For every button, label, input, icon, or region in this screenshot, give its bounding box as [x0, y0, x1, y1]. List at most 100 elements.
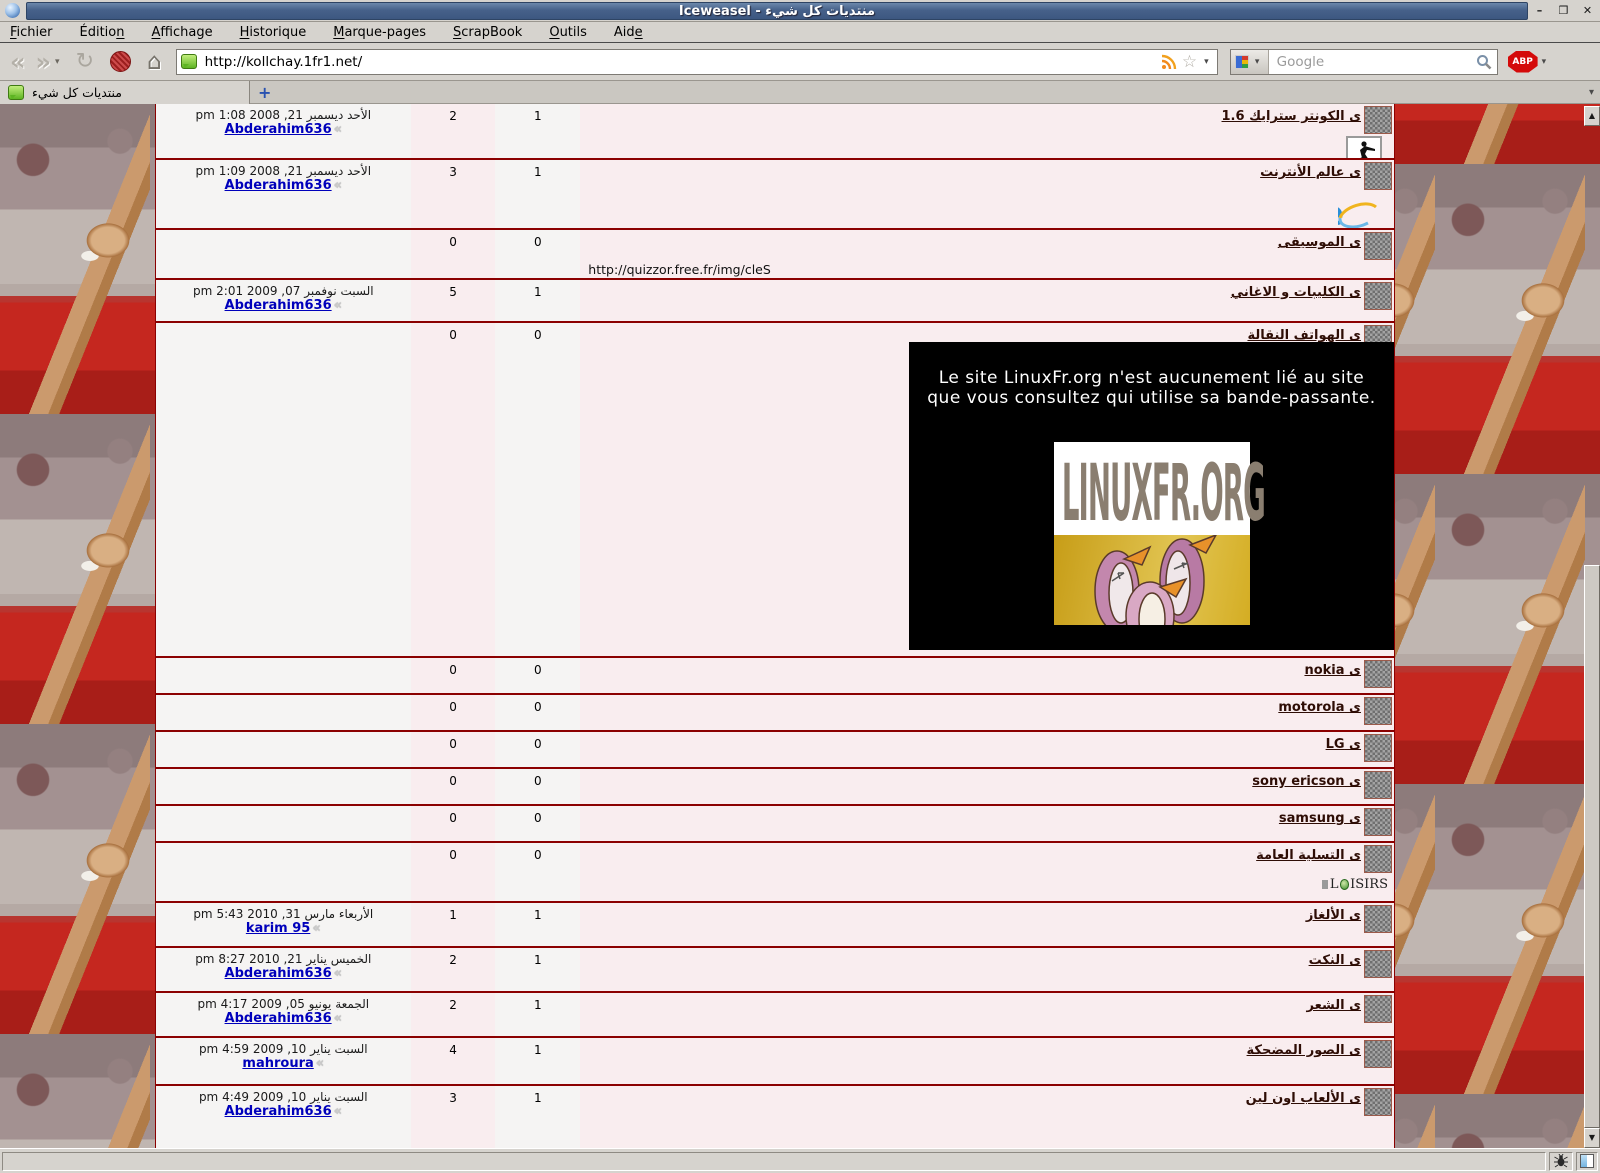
- menu-historique[interactable]: Historique: [240, 25, 307, 40]
- forum-name-cell: ى الكونتر سترايك 1.6: [580, 104, 1394, 158]
- menu-bar: Fichier Édition Affichage Historique Marque-…: [0, 22, 1600, 43]
- forum-name-link[interactable]: ى الشعر: [1307, 998, 1361, 1013]
- last-post-cell: [156, 806, 411, 841]
- last-post-user-link[interactable]: karim 95: [246, 921, 310, 936]
- search-engine-dropdown-icon: ▾: [1255, 57, 1260, 67]
- menu-fichier[interactable]: Fichier: [10, 25, 53, 40]
- scroll-down-arrow[interactable]: ▼: [1584, 1128, 1600, 1148]
- last-post-arrow-icon[interactable]: »: [334, 1011, 342, 1026]
- posts-count: 4: [411, 1038, 496, 1084]
- menu-outils[interactable]: Outils: [549, 25, 587, 40]
- last-post-arrow-icon[interactable]: »: [334, 1104, 342, 1119]
- topics-count: 1: [495, 948, 580, 991]
- forum-name-link[interactable]: ى الكونتر سترايك 1.6: [1222, 109, 1361, 124]
- forum-row: 00ى LG: [156, 732, 1394, 769]
- linuxfr-logo: LINUXFR.ORG: [1054, 442, 1250, 625]
- last-post-arrow-icon[interactable]: »: [312, 921, 320, 936]
- site-favicon: [181, 54, 197, 69]
- reload-button[interactable]: ↻: [76, 49, 94, 74]
- last-post-user-link[interactable]: Abderahim636: [225, 1011, 332, 1026]
- last-post-arrow-icon[interactable]: »: [334, 966, 342, 981]
- forum-name-link[interactable]: ى sony ericson: [1252, 774, 1361, 789]
- last-post-user-link[interactable]: Abderahim636: [225, 178, 332, 193]
- abp-dropdown-icon[interactable]: ▾: [1542, 57, 1547, 67]
- posts-count: 0: [411, 658, 496, 693]
- menu-scrapbook[interactable]: ScrapBook: [453, 25, 522, 40]
- last-post-arrow-icon[interactable]: »: [334, 178, 342, 193]
- forum-status-icon: [1364, 282, 1392, 310]
- last-post-user-link[interactable]: Abderahim636: [225, 122, 332, 137]
- menu-affichage[interactable]: Affichage: [152, 25, 213, 40]
- forum-name-link[interactable]: ى الموسيقى: [1278, 235, 1361, 250]
- last-post-arrow-icon[interactable]: »: [316, 1056, 324, 1071]
- forum-name-link[interactable]: ى عالم الأنترنت: [1260, 165, 1361, 180]
- forum-row: الجمعة يونيو 05, 2009 4:17 pm»Abderahim6…: [156, 993, 1394, 1038]
- maximize-button[interactable]: ❒: [1555, 3, 1572, 19]
- linuxfr-logo-text: LINUXFR.ORG: [1062, 450, 1242, 541]
- last-post-cell: [156, 732, 411, 767]
- topics-count: 1: [495, 160, 580, 228]
- forum-name-link[interactable]: ى الهواتف النقالة: [1247, 328, 1361, 343]
- linuxfr-banner[interactable]: Le site LinuxFr.org n'est aucunement lié…: [909, 342, 1394, 650]
- scroll-up-arrow[interactable]: ▲: [1584, 106, 1600, 126]
- forum-row: 00ى motorola: [156, 695, 1394, 732]
- background-photo-tiles-left: [0, 104, 156, 1148]
- search-magnifier-icon[interactable]: [1475, 53, 1493, 71]
- scrollbar-thumb[interactable]: [1584, 565, 1600, 1128]
- forum-name-link[interactable]: ى الكليبات و الاغاني: [1231, 285, 1361, 300]
- topics-count: 1: [495, 104, 580, 158]
- bookmark-star-icon[interactable]: ☆: [1182, 52, 1197, 72]
- forum-name-link[interactable]: ى الألعاب اون لين: [1246, 1091, 1361, 1106]
- forum-name-link[interactable]: ى الصور المضحكة: [1247, 1043, 1361, 1058]
- menu-aide[interactable]: Aide: [614, 25, 643, 40]
- minimize-button[interactable]: –: [1531, 3, 1548, 19]
- close-button[interactable]: ✕: [1579, 3, 1596, 19]
- forward-button[interactable]: »: [36, 48, 52, 76]
- last-post-cell: [156, 769, 411, 804]
- last-post-user-link[interactable]: Abderahim636: [225, 966, 332, 981]
- posts-count: 0: [411, 732, 496, 767]
- last-post-user-link[interactable]: Abderahim636: [225, 1104, 332, 1119]
- last-post-arrow-icon[interactable]: »: [334, 122, 342, 137]
- forum-status-icon: [1364, 697, 1392, 725]
- stop-button[interactable]: [110, 51, 131, 72]
- list-all-tabs-icon[interactable]: ▾: [1589, 87, 1594, 98]
- forum-name-link[interactable]: ى motorola: [1278, 700, 1361, 715]
- menu-marquepages[interactable]: Marque-pages: [333, 25, 426, 40]
- bug-addon-cell[interactable]: [1549, 1152, 1573, 1171]
- forum-name-cell: ى samsung: [580, 806, 1394, 841]
- search-input[interactable]: Google: [1269, 54, 1475, 70]
- topics-count: 0: [495, 230, 580, 278]
- posts-count: 0: [411, 806, 496, 841]
- forum-name-link[interactable]: ى النكت: [1309, 953, 1361, 968]
- last-post-date: السبت نوفمبر 07, 2009 2:01 pm: [156, 284, 411, 298]
- adblock-plus-icon[interactable]: ABP: [1508, 51, 1538, 73]
- posts-count: 2: [411, 104, 496, 158]
- forum-name-link[interactable]: ى الألغاز: [1306, 908, 1361, 923]
- back-button[interactable]: «: [10, 48, 26, 76]
- forum-row: الخميس يناير 21, 2010 8:27 pm»Abderahim6…: [156, 948, 1394, 993]
- forum-name-link[interactable]: ى التسلية العامة: [1256, 848, 1361, 863]
- forum-name-link[interactable]: ى LG: [1326, 737, 1361, 752]
- last-post-user-link[interactable]: mahroura: [242, 1056, 313, 1071]
- topics-count: 0: [495, 806, 580, 841]
- new-tab-button[interactable]: +: [258, 83, 271, 102]
- menu-dition[interactable]: Édition: [80, 25, 125, 40]
- tab-forum[interactable]: منتديات كل شيء: [0, 81, 250, 104]
- forum-status-icon: [1364, 232, 1392, 260]
- last-post-user-link[interactable]: Abderahim636: [225, 298, 332, 313]
- rss-icon[interactable]: [1161, 54, 1177, 70]
- history-dropdown-icon[interactable]: ▾: [55, 57, 60, 67]
- forum-status-icon: [1364, 808, 1392, 836]
- search-engine-selector[interactable]: ▾: [1231, 50, 1269, 74]
- urlbar-dropdown-icon[interactable]: ▾: [1204, 57, 1209, 67]
- forum-name-link[interactable]: ى samsung: [1279, 811, 1361, 826]
- panel-addon-cell[interactable]: [1576, 1152, 1598, 1171]
- search-box[interactable]: ▾ Google: [1230, 49, 1498, 75]
- home-button[interactable]: ⌂: [147, 49, 162, 75]
- last-post-date: الأحد ديسمبر 21, 2008 1:09 pm: [156, 164, 411, 178]
- last-post-arrow-icon[interactable]: »: [334, 298, 342, 313]
- url-text[interactable]: http://kollchay.1fr1.net/: [205, 54, 1159, 70]
- forum-name-link[interactable]: ى nokia: [1304, 663, 1361, 678]
- url-bar[interactable]: http://kollchay.1fr1.net/ ☆ ▾: [176, 49, 1218, 75]
